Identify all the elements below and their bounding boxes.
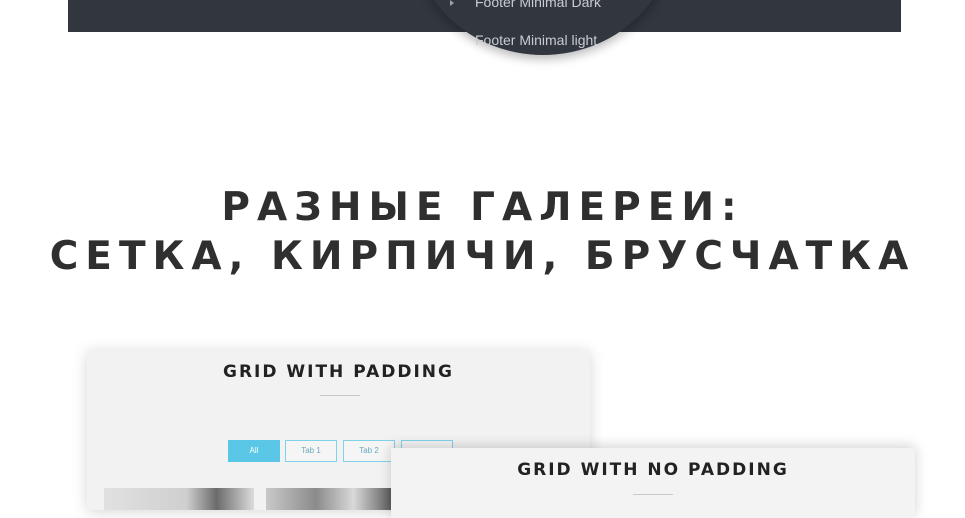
gallery-thumbnail	[104, 488, 254, 510]
tab-1[interactable]: Tab 1	[285, 440, 337, 462]
gallery-thumbnail	[266, 488, 391, 510]
tab-2[interactable]: Tab 2	[343, 440, 395, 462]
menu-item-footer-minimal-dark[interactable]: Footer Minimal Dark	[475, 0, 601, 10]
title-divider	[633, 494, 673, 495]
title-divider	[320, 395, 360, 396]
section-heading: РАЗНЫЕ ГАЛЕРЕИ: СЕТКА, КИРПИЧИ, БРУСЧАТК…	[0, 183, 965, 281]
card-title: GRID WITH PADDING	[222, 362, 454, 382]
heading-line-2: СЕТКА, КИРПИЧИ, БРУСЧАТКА	[49, 234, 916, 279]
card-title: GRID WITH NO PADDING	[517, 460, 789, 480]
caret-right-icon	[450, 0, 454, 6]
menu-item-footer-minimal-light[interactable]: Footer Minimal light	[475, 32, 597, 48]
tab-all[interactable]: All	[228, 440, 280, 462]
heading-line-1: РАЗНЫЕ ГАЛЕРЕИ:	[221, 185, 744, 230]
grid-no-padding-preview[interactable]: GRID WITH NO PADDING	[391, 448, 915, 518]
